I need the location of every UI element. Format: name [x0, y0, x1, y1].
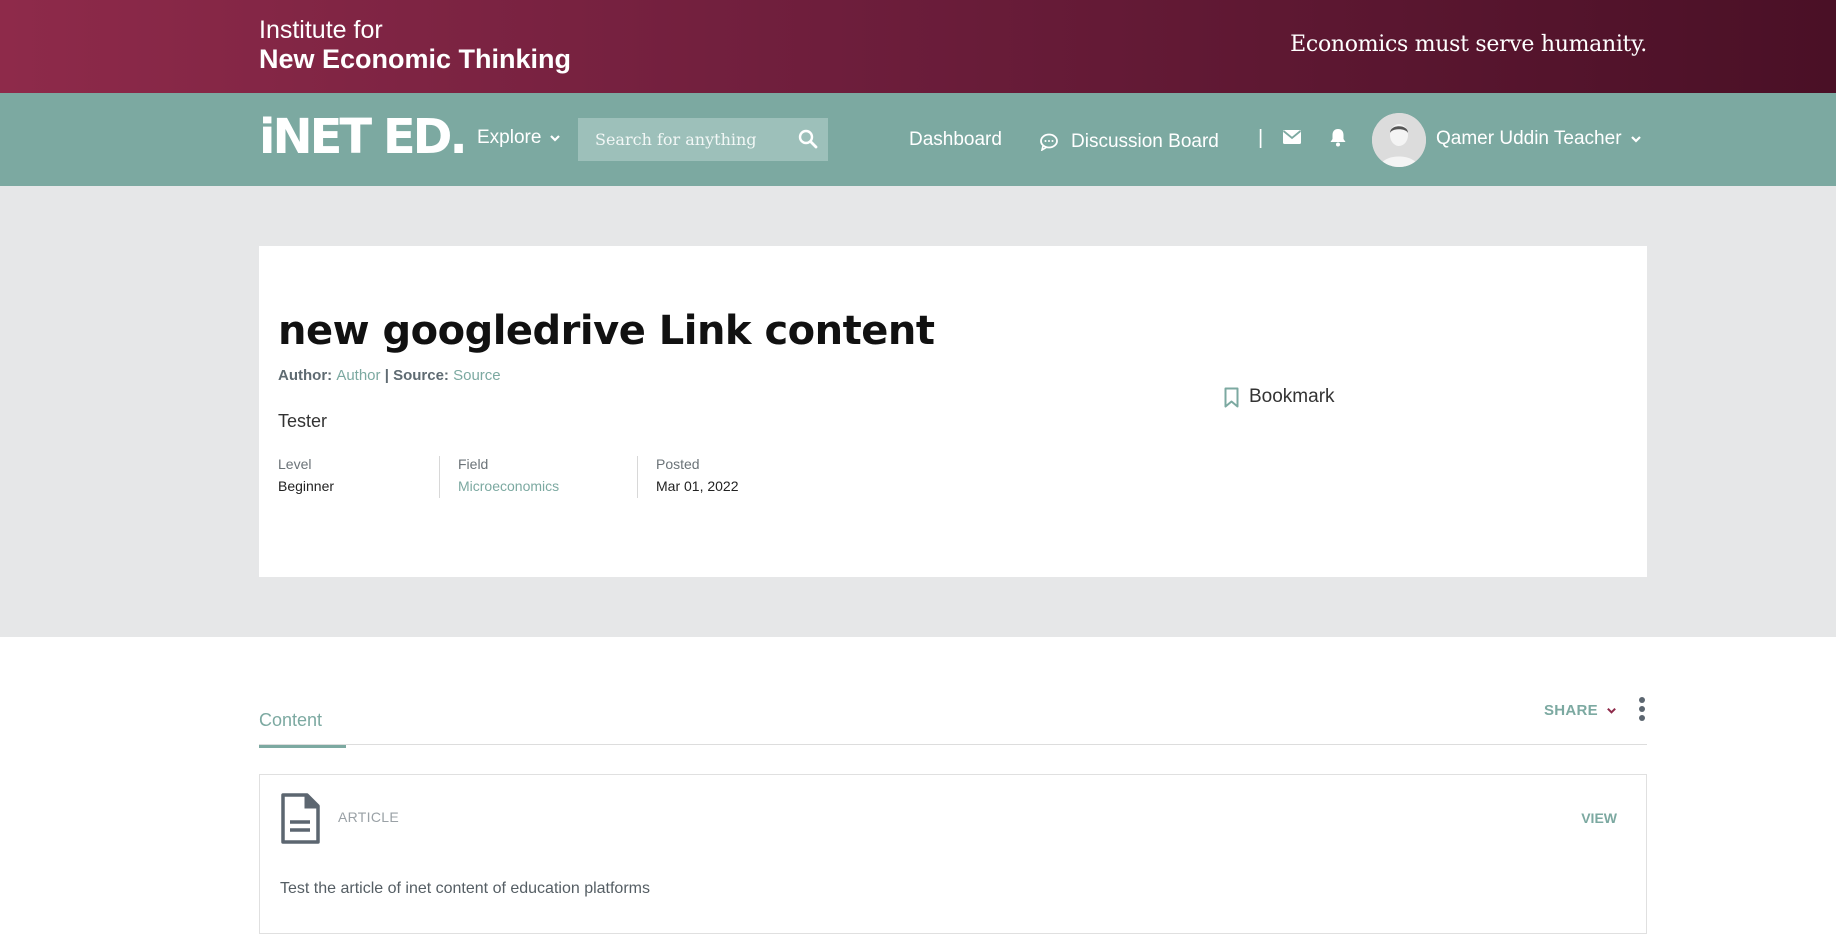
bell-icon[interactable] — [1329, 127, 1347, 147]
posted-label: Posted — [656, 456, 700, 472]
byline: Author: Author | Source: Source — [278, 367, 501, 384]
bookmark-icon — [1224, 387, 1239, 407]
content-summary-card: new googledrive Link content Author: Aut… — [259, 246, 1647, 577]
more-options-icon[interactable] — [1637, 696, 1647, 722]
search-input[interactable] — [578, 129, 788, 150]
chevron-down-icon — [1630, 136, 1641, 143]
content-hero: new googledrive Link content Author: Aut… — [0, 186, 1836, 637]
meta-field: Field Microeconomics — [458, 456, 638, 498]
tab-content[interactable]: Content — [259, 710, 346, 748]
document-icon — [281, 793, 320, 844]
user-menu[interactable]: Qamer Uddin Teacher — [1436, 128, 1642, 150]
bookmark-button[interactable]: Bookmark — [1224, 386, 1335, 408]
view-button[interactable]: VIEW — [1581, 810, 1617, 826]
level-value: Beginner — [278, 478, 335, 494]
article-type-label: ARTICLE — [338, 809, 399, 825]
logo-line-2: New Economic Thinking — [259, 44, 572, 74]
explore-label: Explore — [477, 127, 542, 148]
brand-tagline: Economics must serve humanity. — [1290, 32, 1647, 57]
search-icon[interactable] — [798, 129, 818, 149]
logo-line-1: Institute for — [259, 16, 383, 44]
author-label: Author: — [278, 367, 333, 384]
inet-ed-logo[interactable]: iNET ED. — [259, 113, 468, 161]
level-label: Level — [278, 456, 312, 472]
dashboard-link[interactable]: Dashboard — [909, 129, 1002, 151]
article-item: ARTICLE VIEW Test the article of inet co… — [259, 774, 1647, 934]
inet-institute-logo[interactable]: Institute for New Economic Thinking — [259, 18, 571, 73]
content-tabs: Content SHARE — [259, 697, 1647, 748]
field-link[interactable]: Microeconomics — [458, 478, 619, 494]
share-menu[interactable]: SHARE — [1544, 702, 1617, 719]
discussion-board-label: Discussion Board — [1071, 131, 1219, 152]
page-title: new googledrive Link content — [278, 308, 935, 354]
user-name: Qamer Uddin Teacher — [1436, 128, 1622, 149]
article-description: Test the article of inet content of educ… — [280, 880, 650, 897]
discussion-board-link[interactable]: Discussion Board — [1039, 131, 1219, 153]
byline-separator: | — [384, 367, 389, 384]
chat-bubble-icon — [1040, 133, 1058, 151]
explore-menu[interactable]: Explore — [477, 127, 561, 149]
avatar-silhouette-icon — [1372, 113, 1426, 167]
search-box — [578, 118, 828, 161]
content-meta: Level Beginner Field Microeconomics Post… — [278, 456, 775, 498]
brand-banner: Institute for New Economic Thinking Econ… — [0, 0, 1836, 93]
user-avatar[interactable] — [1372, 113, 1426, 167]
source-label: Source: — [393, 367, 449, 384]
posted-value: Mar 01, 2022 — [656, 478, 739, 494]
nav-separator: | — [1258, 127, 1264, 149]
chevron-down-icon — [1607, 707, 1616, 714]
source-link[interactable]: Source — [453, 367, 501, 384]
share-label: SHARE — [1543, 702, 1598, 719]
meta-level: Level Beginner — [278, 456, 440, 498]
bookmark-label: Bookmark — [1249, 386, 1335, 407]
content-description: Tester — [278, 411, 328, 431]
author-link[interactable]: Author — [336, 367, 380, 384]
meta-posted: Posted Mar 01, 2022 — [656, 456, 757, 498]
chevron-down-icon — [550, 135, 561, 142]
main-nav: iNET ED. Explore Dashboard Discussion Bo… — [0, 93, 1836, 186]
field-label: Field — [458, 456, 489, 472]
mail-icon[interactable] — [1282, 129, 1302, 145]
